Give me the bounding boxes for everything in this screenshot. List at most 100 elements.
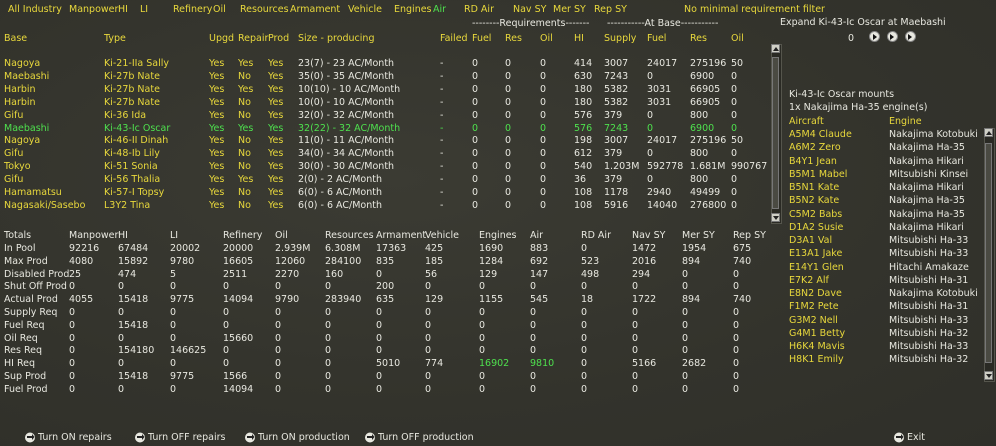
- mount-row[interactable]: B5N2 Kate Nakajima Ha-35: [0, 195, 965, 207]
- factory-row[interactable]: Gifu Ki-36 Ida Yes No Yes 32(0) - 32 AC/Month…: [0, 110, 770, 122]
- factory-upgd-cell: Yes: [209, 174, 225, 186]
- column-header[interactable]: Failed: [440, 33, 468, 44]
- mount-aircraft: E7K2 Alf: [789, 274, 829, 286]
- column-header[interactable]: Fuel: [472, 33, 491, 44]
- mount-row[interactable]: E8N2 Dave Nakajima Kotobuki: [0, 288, 978, 300]
- filter-vehicle[interactable]: Vehicle: [348, 4, 382, 15]
- factory-bres-cell: 6900: [690, 122, 715, 134]
- totals-value: 9775: [170, 371, 195, 382]
- mount-row[interactable]: A5M4 Claude Nakajima Kotobuki: [0, 129, 978, 141]
- mount-engine: Mitsubishi Ha-32: [889, 354, 969, 366]
- factory-row[interactable]: Nagoya Ki-21-IIa Sally Yes Yes Yes 23(7) - 23…: [0, 58, 770, 70]
- column-header[interactable]: Res: [505, 33, 522, 44]
- scroll-down-icon[interactable]: [984, 371, 993, 380]
- column-header[interactable]: Supply: [604, 33, 636, 44]
- scroll-up-icon[interactable]: [771, 44, 780, 53]
- factory-res-cell: 0: [505, 58, 512, 69]
- mount-row[interactable]: D3A1 Val Mitsubishi Ha-33: [0, 235, 968, 247]
- mount-row[interactable]: B5N1 Kate Nakajima Hikari: [0, 182, 964, 194]
- scroll-thumb[interactable]: [772, 57, 779, 209]
- column-header[interactable]: Upgd: [209, 33, 234, 44]
- scroll-down-icon[interactable]: [771, 213, 780, 222]
- totals-header: Armament: [376, 230, 427, 241]
- column-header[interactable]: Base: [4, 33, 27, 44]
- increase-ten-icon[interactable]: [887, 31, 898, 42]
- scroll-up-icon[interactable]: [984, 128, 993, 137]
- filter-air[interactable]: Air: [433, 4, 446, 15]
- factory-type-cell: Ki-27b Nate: [104, 96, 160, 108]
- mount-engine: Mitsubishi Ha-31: [889, 301, 969, 313]
- totals-value: 0: [376, 383, 383, 395]
- factory-list-scrollbar[interactable]: [771, 44, 782, 224]
- totals-value: 774: [425, 358, 444, 370]
- column-header[interactable]: Size - producing: [298, 33, 374, 44]
- column-header[interactable]: Oil: [540, 33, 553, 44]
- factory-hi-cell: 198: [574, 135, 593, 147]
- column-header[interactable]: Fuel: [647, 33, 666, 44]
- increase-one-icon[interactable]: [869, 31, 880, 42]
- filter-nav-sy[interactable]: Nav SY: [513, 4, 546, 15]
- factory-upgd-cell: Yes: [209, 70, 225, 82]
- totals-label: Fuel Prod: [4, 383, 48, 395]
- mount-row[interactable]: D1A2 Susie Nakajima Hikari: [0, 222, 964, 234]
- mount-row[interactable]: E14Y1 Glen Hitachi Amakaze: [0, 262, 969, 274]
- filter-manpower[interactable]: Manpower: [69, 4, 118, 15]
- column-header[interactable]: HI: [574, 33, 584, 44]
- factory-base-cell: Gifu: [4, 109, 24, 121]
- mount-row[interactable]: B5M1 Mabel Mitsubishi Kinsei: [0, 169, 968, 181]
- totals-value: 0: [425, 345, 432, 357]
- factory-failed-cell: -: [440, 109, 444, 121]
- turn-off-production-button[interactable]: Turn OFF production: [364, 432, 484, 444]
- filter-hi[interactable]: HI: [118, 4, 128, 15]
- filter-oil[interactable]: Oil: [213, 4, 226, 15]
- totals-value: 498: [581, 268, 600, 280]
- scroll-thumb[interactable]: [985, 143, 992, 363]
- column-header[interactable]: Prod: [268, 33, 289, 44]
- factory-repair-cell: Yes: [238, 174, 254, 186]
- filter-engines[interactable]: Engines: [394, 4, 432, 15]
- filter-rep-sy[interactable]: Rep SY: [594, 4, 627, 15]
- column-header[interactable]: Repair: [238, 33, 268, 44]
- factory-row[interactable]: Maebashi Ki-27b Nate Yes No Yes 35(0) - 35 AC…: [0, 71, 770, 83]
- totals-value: 0: [530, 332, 537, 344]
- factory-supply-cell: 3007: [604, 135, 629, 147]
- increase-max-icon[interactable]: [905, 31, 916, 42]
- mount-row[interactable]: G4M1 Betty Mitsubishi Ha-32: [0, 328, 968, 340]
- filter-mer-sy[interactable]: Mer SY: [553, 4, 586, 15]
- factory-boil-cell: 50: [731, 58, 744, 69]
- mount-row[interactable]: H6K4 Mavis Mitsubishi Ha-33: [0, 341, 968, 353]
- turn-off-repairs-button[interactable]: Turn OFF repairs: [134, 432, 244, 444]
- filter-no-minimal-requirement-filter[interactable]: No minimal requirement filter: [684, 4, 825, 15]
- filter-all-industry[interactable]: All Industry: [8, 4, 62, 15]
- factory-hi-cell: 108: [574, 187, 593, 198]
- filter-resources[interactable]: Resources: [240, 4, 289, 15]
- factory-res-cell: 0: [505, 174, 512, 186]
- mount-row[interactable]: G3M2 Nell Mitsubishi Ha-33: [0, 315, 968, 327]
- turn-on-repairs-button[interactable]: Turn ON repairs: [24, 432, 134, 444]
- factory-hi-cell: 612: [574, 148, 593, 160]
- expand-title: Expand Ki-43-Ic Oscar at Maebashi: [780, 17, 946, 28]
- factory-row[interactable]: Harbin Ki-27b Nate Yes No Yes 10(0) - 10 AC/M…: [0, 97, 770, 109]
- mount-row[interactable]: C5M2 Babs Nakajima Ha-35: [0, 209, 965, 221]
- column-header[interactable]: Res: [690, 33, 707, 44]
- column-header[interactable]: Oil: [731, 33, 744, 44]
- mounts-list-scrollbar[interactable]: [984, 128, 995, 382]
- mount-row[interactable]: H8K1 Emily Mitsubishi Ha-32: [0, 354, 968, 366]
- filter-armament[interactable]: Armament: [290, 4, 340, 15]
- mount-row[interactable]: B4Y1 Jean Nakajima Hikari: [0, 156, 964, 168]
- mount-row[interactable]: A6M2 Zero Nakajima Ha-35: [0, 142, 965, 154]
- totals-value: 14094: [223, 383, 254, 395]
- factory-row[interactable]: Harbin Ki-27b Nate Yes Yes Yes 10(10) - 10 AC…: [0, 84, 770, 96]
- totals-value: 0: [733, 319, 740, 331]
- filter-li[interactable]: LI: [140, 4, 148, 15]
- factory-fuel-cell: 0: [472, 83, 479, 95]
- mount-row[interactable]: F1M2 Pete Mitsubishi Ha-31: [0, 301, 968, 313]
- filter-refinery[interactable]: Refinery: [173, 4, 212, 15]
- mount-row[interactable]: E13A1 Jake Mitsubishi Ha-33: [0, 248, 968, 260]
- column-header[interactable]: Type: [104, 33, 126, 44]
- filter-rd-air[interactable]: RD Air: [464, 4, 494, 15]
- factory-upgd-cell: Yes: [209, 148, 225, 160]
- exit-button[interactable]: Exit: [893, 432, 938, 444]
- turn-on-production-button[interactable]: Turn ON production: [244, 432, 362, 444]
- mount-row[interactable]: E7K2 Alf Mitsubishi Ha-31: [0, 275, 968, 287]
